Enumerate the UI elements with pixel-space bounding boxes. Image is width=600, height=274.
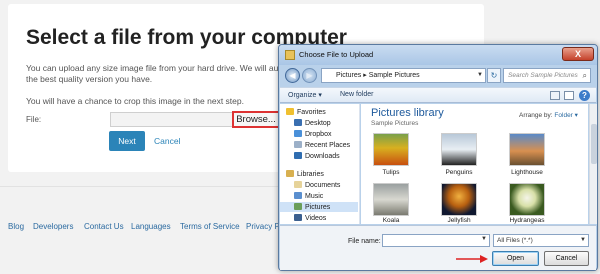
navigation-pane: Favorites Desktop Dropbox Recent Places … — [280, 104, 360, 224]
search-placeholder: Search Sample Pictures — [508, 72, 578, 79]
nav-favorites[interactable]: Favorites — [286, 108, 326, 116]
nav-libraries[interactable]: Libraries — [286, 170, 324, 178]
breadcrumb-separator-icon: ▸ — [363, 72, 367, 79]
file-type-select[interactable]: All Files (*.*) ▼ — [493, 234, 589, 247]
file-list-pane: Pictures library Sample Pictures Arrange… — [361, 104, 588, 224]
preview-pane-icon[interactable] — [564, 91, 574, 100]
site-footer: Blog Developers Contact Us Languages Ter… — [0, 222, 300, 240]
nav-dropbox-label: Dropbox — [305, 131, 332, 138]
dropbox-icon — [294, 130, 302, 137]
nav-music[interactable]: Music — [294, 192, 323, 200]
recent-places-icon — [294, 141, 302, 148]
file-list-scrollbar[interactable] — [589, 104, 597, 224]
nav-desktop-label: Desktop — [305, 120, 331, 127]
library-title: Pictures library — [371, 107, 444, 119]
file-type-value: All Files (*.*) — [497, 237, 533, 244]
file-thumbnail-tulips[interactable] — [373, 133, 409, 166]
nav-videos-label: Videos — [305, 215, 327, 222]
music-icon — [294, 192, 302, 199]
back-button[interactable]: ◀ — [285, 68, 300, 83]
new-folder-button[interactable]: New folder — [340, 91, 373, 98]
nav-pictures[interactable]: Pictures — [294, 203, 330, 211]
search-input[interactable]: Search Sample Pictures ⌕ — [503, 68, 591, 83]
nav-music-label: Music — [305, 193, 324, 200]
next-button[interactable]: Next — [109, 131, 145, 151]
desktop-icon — [294, 119, 302, 126]
arrange-by-value[interactable]: Folder ▾ — [554, 112, 578, 119]
upload-description-line1: You can upload any size image file from … — [26, 63, 286, 73]
arrange-by-label: Arrange by: — [519, 112, 553, 119]
dialog-titlebar[interactable]: Choose File to Upload X — [279, 45, 597, 65]
red-arrow-icon — [456, 255, 488, 263]
browse-button[interactable]: Browse... — [232, 111, 280, 128]
nav-libraries-label: Libraries — [297, 171, 324, 178]
search-icon: ⌕ — [582, 71, 587, 80]
folder-icon — [285, 50, 295, 60]
file-thumbnail-jellyfish[interactable] — [441, 183, 477, 216]
footer-divider — [0, 186, 296, 187]
library-subtitle: Sample Pictures — [371, 120, 419, 127]
address-bar[interactable]: Pictures ▸ Sample Pictures ▼ — [321, 68, 486, 83]
help-icon[interactable]: ? — [579, 90, 590, 101]
cancel-link[interactable]: Cancel — [154, 136, 180, 146]
nav-downloads-label: Downloads — [305, 153, 340, 160]
nav-desktop[interactable]: Desktop — [294, 119, 331, 127]
footer-link-blog[interactable]: Blog — [8, 222, 24, 231]
downloads-icon — [294, 152, 302, 159]
footer-link-developers[interactable]: Developers — [33, 222, 73, 231]
chevron-down-icon[interactable]: ▼ — [477, 69, 483, 82]
file-name-jellyfish[interactable]: Jellyfish — [431, 217, 487, 224]
star-icon — [286, 108, 294, 115]
nav-videos[interactable]: Videos — [294, 214, 326, 222]
documents-icon — [294, 181, 302, 188]
file-thumbnail-penguins[interactable] — [441, 133, 477, 166]
file-name-lighthouse[interactable]: Lighthouse — [499, 169, 555, 176]
organize-menu[interactable]: Organize ▾ — [288, 91, 322, 99]
nav-downloads[interactable]: Downloads — [294, 152, 340, 160]
file-thumbnail-lighthouse[interactable] — [509, 133, 545, 166]
view-options-icon[interactable] — [550, 91, 560, 100]
nav-pictures-label: Pictures — [305, 204, 331, 211]
breadcrumb-pictures[interactable]: Pictures — [336, 72, 361, 79]
file-name-label: File name: — [348, 238, 381, 245]
nav-documents-label: Documents — [305, 182, 341, 189]
file-name-koala[interactable]: Koala — [363, 217, 419, 224]
forward-button[interactable]: ▶ — [302, 68, 317, 83]
chevron-down-icon[interactable]: ▼ — [481, 236, 487, 242]
file-name-input[interactable]: ▼ — [382, 234, 490, 247]
libraries-icon — [286, 170, 294, 177]
scrollbar-thumb[interactable] — [591, 124, 597, 164]
file-label: File: — [26, 115, 42, 124]
arrange-by[interactable]: Arrange by: Folder ▾ — [519, 111, 578, 119]
chevron-down-icon[interactable]: ▼ — [580, 235, 586, 246]
file-thumbnail-koala[interactable] — [373, 183, 409, 216]
dialog-footer: File name: ▼ All Files (*.*) ▼ Open Cance… — [280, 225, 596, 270]
close-button[interactable]: X — [562, 47, 594, 61]
crop-note: You will have a chance to crop this imag… — [26, 96, 244, 106]
address-row: ◀ ▶ Pictures ▸ Sample Pictures ▼ ↻ Searc… — [283, 67, 593, 85]
footer-link-languages[interactable]: Languages — [131, 222, 171, 231]
file-thumbnail-hydrangeas[interactable] — [509, 183, 545, 216]
breadcrumb-sample-pictures[interactable]: Sample Pictures — [369, 72, 420, 79]
dialog-cancel-button[interactable]: Cancel — [544, 251, 589, 266]
videos-icon — [294, 214, 302, 221]
command-bar: Organize ▾ New folder ? — [280, 87, 596, 103]
nav-documents[interactable]: Documents — [294, 181, 340, 189]
file-name-penguins[interactable]: Penguins — [431, 169, 487, 176]
file-name-hydrangeas[interactable]: Hydrangeas — [499, 217, 555, 224]
footer-link-privacy[interactable]: Privacy P — [246, 222, 280, 231]
nav-dropbox[interactable]: Dropbox — [294, 130, 331, 138]
nav-recent-places[interactable]: Recent Places — [294, 141, 350, 149]
footer-link-contact[interactable]: Contact Us — [84, 222, 124, 231]
refresh-icon[interactable]: ↻ — [487, 68, 501, 83]
open-button[interactable]: Open — [492, 251, 539, 266]
pictures-icon — [294, 203, 302, 210]
footer-link-terms[interactable]: Terms of Service — [180, 222, 240, 231]
file-upload-dialog: Choose File to Upload X ◀ ▶ Pictures ▸ S… — [278, 44, 598, 271]
file-name-tulips[interactable]: Tulips — [363, 169, 419, 176]
nav-favorites-label: Favorites — [297, 109, 326, 116]
nav-recent-places-label: Recent Places — [305, 142, 351, 149]
dialog-title: Choose File to Upload — [299, 50, 374, 59]
upload-description-line2: the best quality version you have. — [26, 74, 153, 84]
